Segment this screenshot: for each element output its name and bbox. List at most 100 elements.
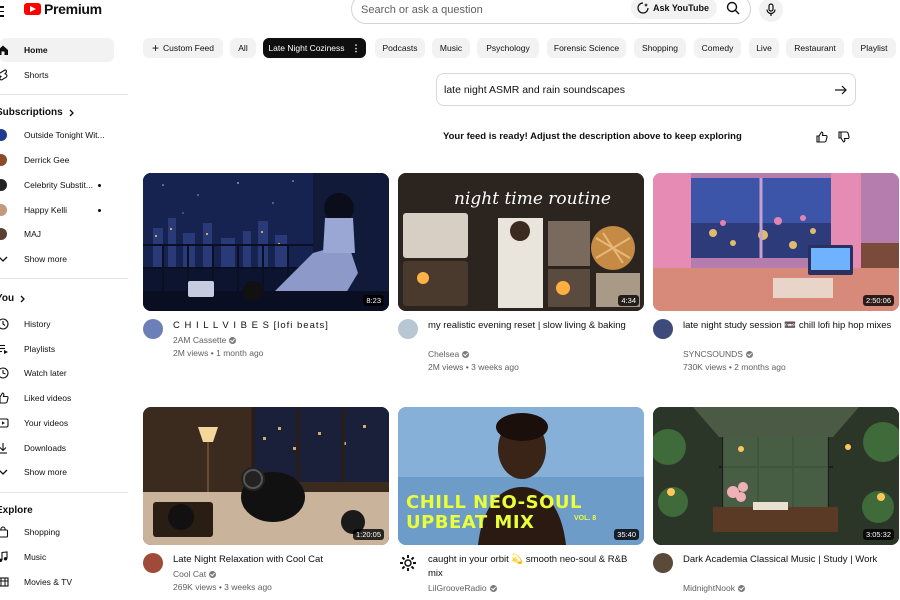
sidebar-item-your-videos[interactable]: Your videos [0,411,114,435]
voice-search-button[interactable] [759,0,783,22]
chip-label: Restaurant [794,43,836,53]
sidebar-item-subscription[interactable]: Outside Tonight Wit... [0,123,114,147]
sidebar-item-shorts[interactable]: Shorts [0,63,114,87]
sidebar-item-label: Shopping [24,527,60,537]
shorts-icon [0,68,10,82]
channel-name[interactable]: 2AM Cassette [173,335,237,345]
video-meta: 2M views • 1 month ago [173,348,264,358]
video-title[interactable]: Late Night Relaxation with Cool Cat [173,553,383,567]
video-thumbnail[interactable]: 1:20:05 [143,407,389,545]
watch-later-icon [0,366,10,380]
sidebar-item-label: Happy Kelli [24,205,67,215]
verified-badge-icon [737,584,745,592]
channel-name[interactable]: MidnightNook [683,583,745,593]
channel-avatar[interactable] [398,553,418,573]
video-thumbnail[interactable]: 2:50:06 [653,173,899,311]
subscriptions-heading[interactable]: Subscriptions [0,107,75,118]
sidebar-show-more[interactable]: Show more [0,247,114,271]
channel-avatar[interactable] [653,553,673,573]
chip-label: Music [439,43,463,53]
sidebar-item-label: Shorts [24,70,49,80]
chip-psychology[interactable]: Psychology [477,38,539,58]
video-thumbnail[interactable]: 3:05:32 [653,407,899,545]
sidebar-item-subscription[interactable]: Happy Kelli [0,198,114,222]
ask-youtube-button[interactable]: Ask YouTube [631,0,718,19]
chip-label: All [238,43,248,53]
custom-feed-prompt[interactable]: late night ASMR and rain soundscapes [436,73,856,106]
sidebar-item-subscription[interactable]: MAJ [0,222,114,246]
chip-comedy[interactable]: Comedy [694,38,741,58]
chip-music[interactable]: Music [432,38,470,58]
channel-name[interactable]: SYNCSOUNDS [683,349,753,359]
explore-title: Explore [0,505,33,516]
sidebar-show-more[interactable]: Show more [0,460,114,484]
sidebar-divider [0,94,128,95]
sidebar-item-music[interactable]: Music [0,545,114,569]
channel-avatar[interactable] [143,319,163,339]
plus-icon: + [151,41,159,55]
sidebar-item-history[interactable]: History [0,312,114,336]
chip-custom-feed[interactable]: + Custom Feed [143,38,223,58]
verified-badge-icon [209,570,217,578]
video-title[interactable]: C H I L L V I B E S [lofi beats] [173,319,383,333]
sidebar-item-subscription[interactable]: Derrick Gee [0,148,114,172]
show-more-label: Show more [24,254,67,264]
channel-name[interactable]: Cool Cat [173,569,217,579]
chip-forensic-science[interactable]: Forensic Science [547,38,626,58]
more-vert-icon[interactable]: ⋮ [352,43,361,54]
avatar [0,179,7,191]
channel-avatar[interactable] [143,553,163,573]
video-thumbnail[interactable]: night time routine 4:34 [398,173,644,311]
sidebar-item-home[interactable]: Home [0,38,114,62]
thumbnail-art [143,173,389,311]
search-input[interactable] [352,0,632,23]
verified-badge-icon [462,350,470,358]
chip-label: Playlist [860,43,888,53]
arrow-right-icon[interactable] [834,83,848,97]
new-content-dot [98,209,101,212]
thumbs-up-icon[interactable] [816,131,828,143]
you-heading[interactable]: You [0,293,26,304]
new-content-dot [98,184,101,187]
thumbnail-text: CHILL NEO-SOUL UPBEAT MIX [406,492,582,533]
channel-name[interactable]: Chelsea [428,349,470,359]
chip-shopping[interactable]: Shopping [634,38,686,58]
youtube-logo[interactable]: Premium [24,1,102,17]
feed-prompt-value[interactable]: late night ASMR and rain soundscapes [444,84,625,96]
channel-name[interactable]: LilGrooveRadio [428,583,497,593]
sidebar-item-movies[interactable]: Movies & TV [0,570,114,594]
video-title[interactable]: Dark Academia Classical Music | Study | … [683,553,893,567]
show-more-label: Show more [24,467,67,477]
sidebar-divider [0,278,128,279]
channel-avatar[interactable] [653,319,673,339]
video-title[interactable]: caught in your orbit 💫 smooth neo-soul &… [428,553,638,581]
sidebar-item-shopping[interactable]: Shopping [0,520,114,544]
chip-label: Forensic Science [553,43,620,53]
chip-live[interactable]: Live [749,38,779,58]
sidebar-item-liked-videos[interactable]: Liked videos [0,386,114,410]
video-title[interactable]: my realistic evening reset | slow living… [428,319,638,333]
video-thumbnail[interactable]: 8:23 [143,173,389,311]
chip-late-night-coziness[interactable]: Late Night Coziness ⋮ [263,38,366,58]
menu-icon[interactable] [0,3,10,17]
sidebar-item-label: Playlists [24,344,56,354]
thumbs-up-icon [0,391,10,405]
download-icon [0,441,10,455]
chip-restaurant[interactable]: Restaurant [786,38,844,58]
explore-heading: Explore [0,505,33,516]
sidebar-item-subscription[interactable]: Celebrity Substit... [0,173,114,197]
video-title[interactable]: late night study session 📼 chill lofi hi… [683,319,893,333]
search-button[interactable] [721,0,745,19]
chevron-right-icon [69,109,74,116]
thumbs-down-icon[interactable] [838,131,850,143]
channel-name-label: SYNCSOUNDS [683,349,743,359]
video-age: 2 months ago [734,362,786,372]
channel-avatar[interactable] [398,319,418,339]
chip-all[interactable]: All [230,38,256,58]
sidebar-item-watch-later[interactable]: Watch later [0,361,114,385]
sidebar-item-downloads[interactable]: Downloads [0,436,114,460]
chip-playlist[interactable]: Playlist [852,38,896,58]
video-thumbnail[interactable]: CHILL NEO-SOUL UPBEAT MIX VOL. 8 35:40 [398,407,644,545]
sidebar-item-playlists[interactable]: Playlists [0,337,114,361]
chip-podcasts[interactable]: Podcasts [375,38,425,58]
